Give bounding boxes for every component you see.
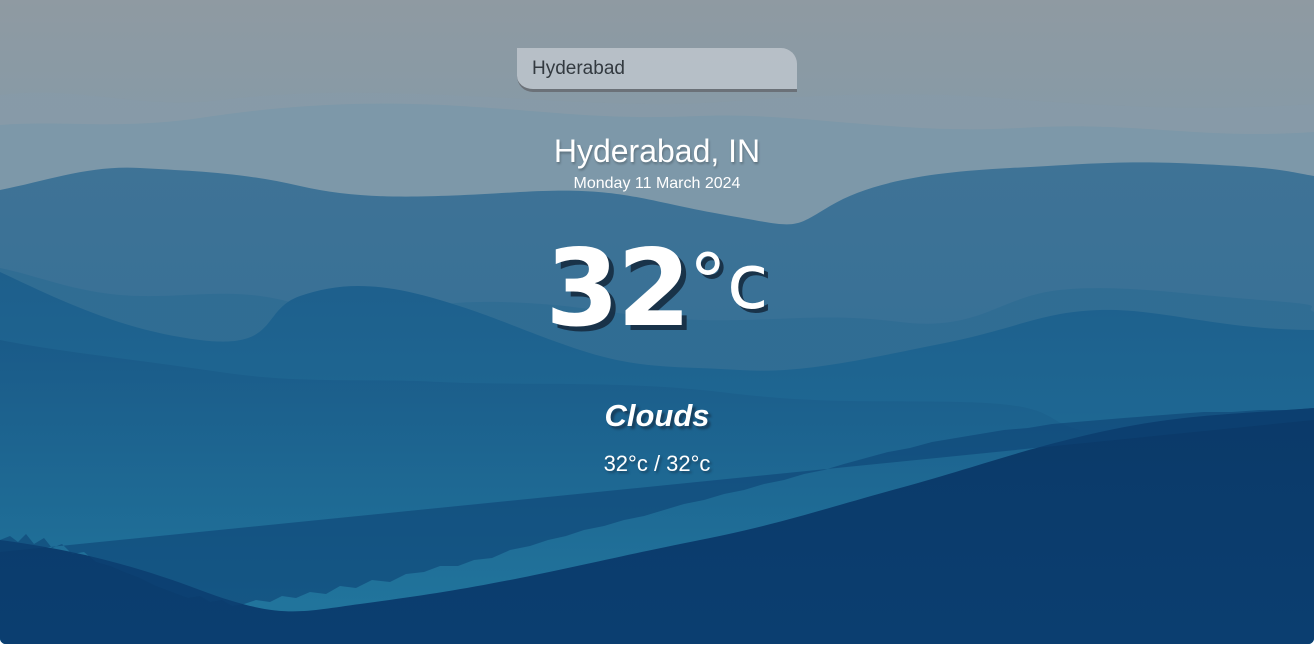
temperature-display: 32°c <box>0 236 1314 342</box>
current-date: Monday 11 March 2024 <box>573 175 741 192</box>
temperature-unit: °c <box>688 237 769 326</box>
high-low-temperature: 32°c / 32°c <box>603 451 711 476</box>
city-search-input[interactable] <box>517 48 797 92</box>
location-name: Hyderabad, IN <box>553 133 761 169</box>
weather-app: Hyderabad, IN Monday 11 March 2024 32°c … <box>0 0 1314 644</box>
weather-condition: Clouds <box>604 398 710 433</box>
search-box <box>517 48 797 92</box>
temperature-value: 32 <box>545 227 691 350</box>
